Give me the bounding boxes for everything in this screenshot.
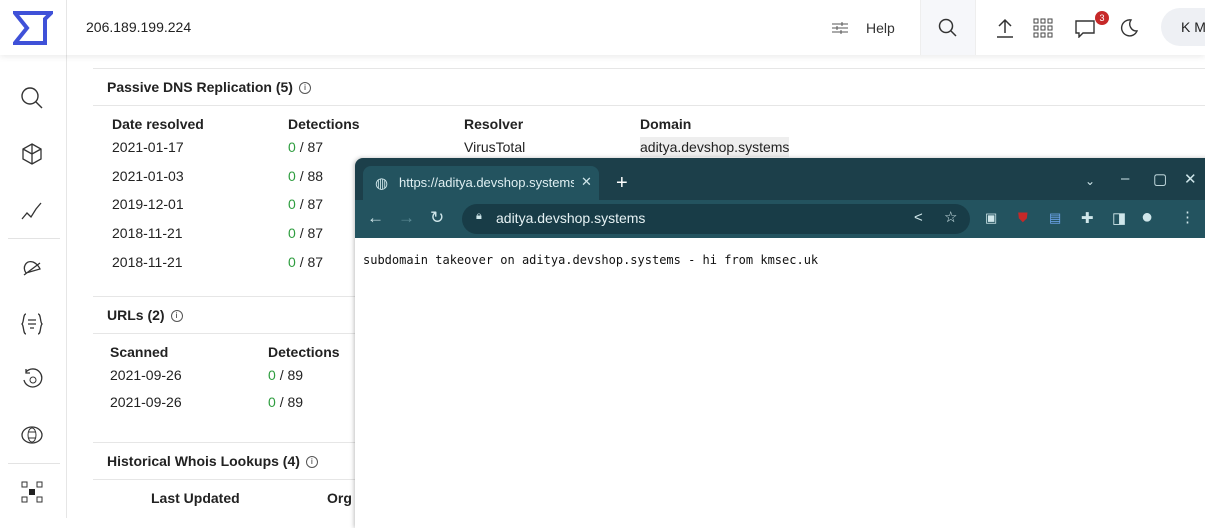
ublock-icon[interactable]: ⛊ [1018, 210, 1028, 226]
extension-icon[interactable]: ▣ [985, 210, 997, 226]
bell-icon[interactable] [19, 255, 45, 281]
address-bar[interactable]: 🔒︎ aditya.devshop.systems < ☆ [462, 204, 970, 234]
new-tab-icon[interactable]: + [616, 172, 628, 195]
docs-extension-icon[interactable]: ▤ [1049, 210, 1061, 226]
back-icon[interactable]: ← [367, 208, 384, 228]
forward-icon[interactable]: → [398, 208, 415, 228]
top-bar: 206.189.199.224 Help 3 K M [0, 0, 1205, 55]
upload-icon[interactable] [994, 0, 1016, 55]
info-icon[interactable]: i [170, 310, 183, 323]
minimize-icon[interactable]: – [1121, 170, 1129, 187]
browser-window: ◍ https://aditya.devshop.systems ✕ + ⌄ –… [355, 158, 1205, 528]
close-window-icon[interactable]: ✕ [1184, 170, 1197, 188]
browser-toolbar: ← → ↻ 🔒︎ aditya.devshop.systems < ☆ ▣ ⛊ … [355, 200, 1205, 238]
info-icon[interactable]: i [298, 82, 311, 95]
search-icon [938, 18, 957, 37]
graph-icon[interactable] [19, 141, 45, 167]
bookmark-star-icon[interactable]: ☆ [944, 208, 957, 226]
dark-mode-icon[interactable] [1118, 0, 1140, 55]
intelligence-icon[interactable] [19, 422, 45, 448]
sidebar [0, 55, 67, 518]
sliders-icon[interactable] [828, 0, 852, 55]
trend-icon[interactable] [19, 198, 45, 224]
search-icon[interactable] [19, 85, 45, 111]
domain-link[interactable]: aditya.devshop.systems [640, 137, 790, 157]
browser-tab[interactable]: ◍ https://aditya.devshop.systems ✕ [363, 166, 599, 200]
share-icon[interactable]: < [914, 209, 923, 226]
user-menu[interactable]: K M [1161, 8, 1205, 46]
notifications-button[interactable]: 3 [1074, 0, 1109, 55]
scan-icon[interactable] [19, 479, 45, 505]
notification-badge: 3 [1095, 11, 1109, 25]
help-link[interactable]: Help [866, 0, 895, 55]
maximize-icon[interactable]: ▢ [1153, 170, 1167, 188]
tab-search-chevron-icon[interactable]: ⌄ [1085, 174, 1095, 188]
search-button[interactable] [920, 0, 976, 55]
browser-page: subdomain takeover on aditya.devshop.sys… [355, 238, 1205, 528]
search-query[interactable]: 206.189.199.224 [86, 19, 191, 35]
reload-icon[interactable]: ↻ [430, 208, 444, 228]
puzzle-icon[interactable]: ✚ [1081, 209, 1094, 227]
profile-avatar-icon[interactable]: ● [1141, 206, 1153, 229]
close-tab-icon[interactable]: ✕ [581, 174, 592, 190]
chat-icon [1075, 19, 1095, 38]
rules-icon[interactable] [19, 311, 45, 337]
apps-grid-icon[interactable] [1032, 0, 1054, 55]
side-panel-icon[interactable]: ◨ [1112, 209, 1126, 227]
passive-dns-header: Passive DNS Replication (5) i [93, 68, 1205, 106]
logo[interactable] [0, 0, 67, 55]
menu-kebab-icon[interactable]: ⋮ [1180, 208, 1195, 226]
info-icon[interactable]: i [305, 456, 318, 469]
retrohunt-icon[interactable] [19, 366, 45, 392]
lock-icon: 🔒︎ [476, 210, 482, 222]
globe-icon: ◍ [375, 175, 389, 192]
